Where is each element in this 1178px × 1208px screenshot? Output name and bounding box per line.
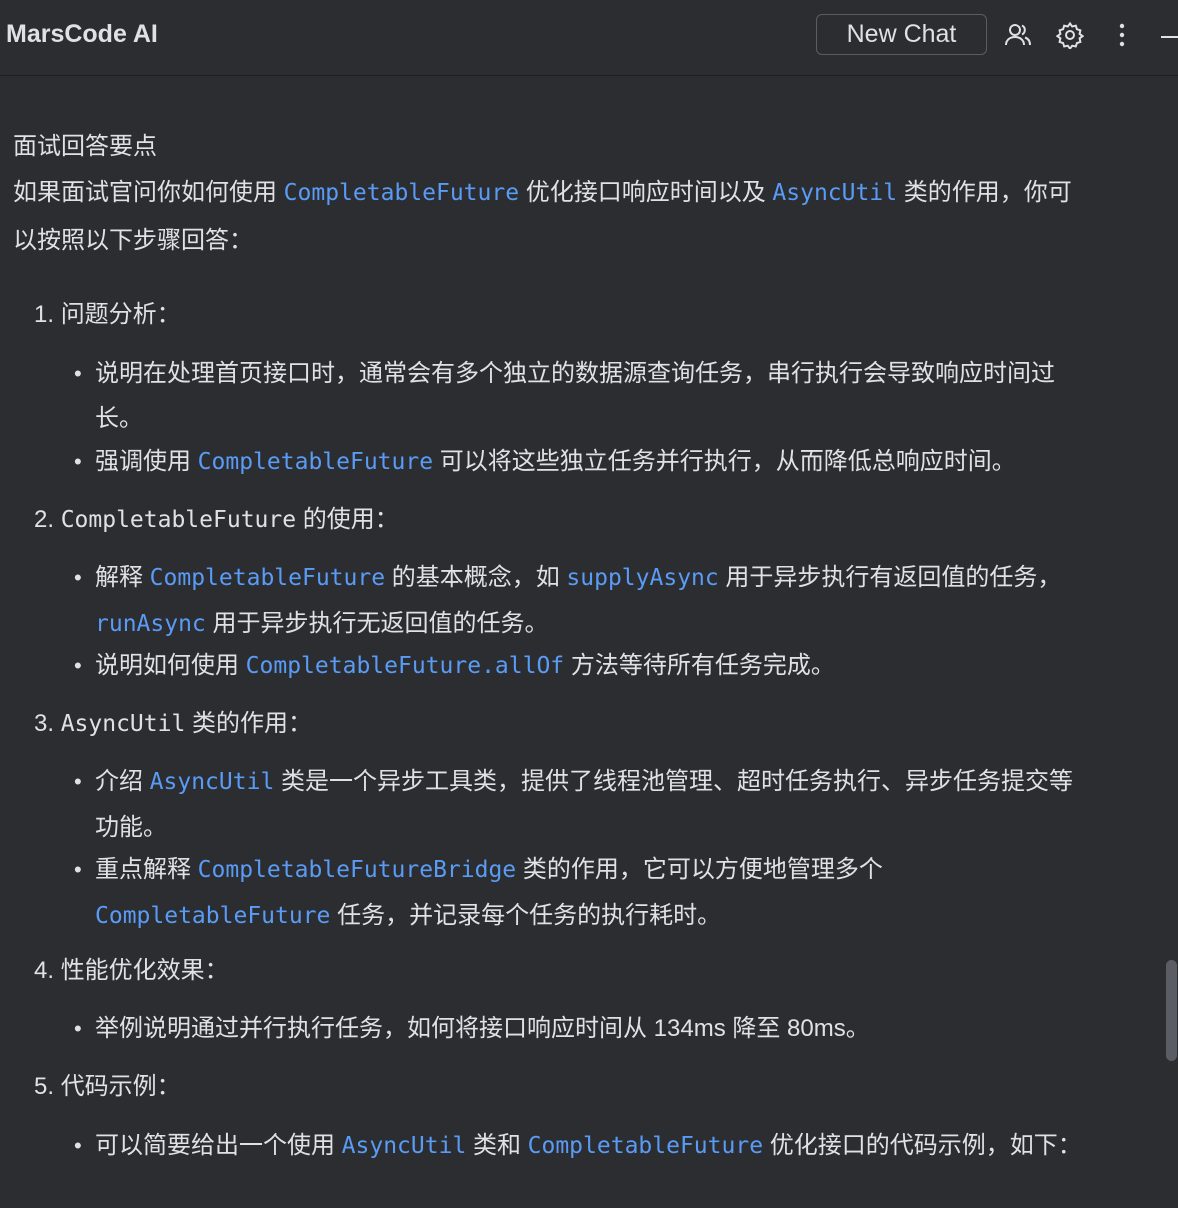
inline-code: CompletableFuture bbox=[527, 1133, 764, 1159]
bullet-item: • 解释 CompletableFuture 的基本概念，如 supplyAsy… bbox=[74, 564, 1062, 637]
inline-code: CompletableFuture bbox=[197, 449, 434, 475]
inline-code: AsyncUtil bbox=[772, 180, 898, 206]
intro-line-1: 如果面试官问你如何使用 CompletableFuture 优化接口响应时间以及… bbox=[13, 179, 1072, 206]
inline-code: CompletableFuture.allOf bbox=[245, 653, 565, 679]
list-item-heading: 1. 问题分析： bbox=[34, 301, 181, 328]
bullet-item: • 强调使用 CompletableFuture 可以将这些独立任务并行执行，从… bbox=[74, 448, 1016, 475]
bullet-item: • 介绍 AsyncUtil 类是一个异步工具类，提供了线程池管理、超时任务执行… bbox=[74, 768, 1073, 841]
list-item-heading: 2. CompletableFuture 的使用： bbox=[34, 506, 399, 533]
app-title: MarsCode AI bbox=[6, 20, 158, 48]
inline-code: CompletableFuture bbox=[283, 180, 520, 206]
gear-icon[interactable] bbox=[1055, 20, 1085, 50]
more-vertical-icon[interactable] bbox=[1107, 20, 1137, 50]
bullet-item: • 举例说明通过并行执行任务，如何将接口响应时间从 134ms 降至 80ms。 bbox=[74, 1015, 870, 1042]
inline-code: supplyAsync bbox=[566, 565, 719, 591]
inline-code: CompletableFuture bbox=[149, 565, 386, 591]
users-icon[interactable] bbox=[1003, 20, 1033, 50]
intro-line-2: 以按照以下步骤回答： bbox=[13, 227, 253, 254]
bullet-item: • 可以简要给出一个使用 AsyncUtil 类和 CompletableFut… bbox=[74, 1132, 1082, 1159]
scrollbar-thumb[interactable] bbox=[1166, 960, 1177, 1061]
chat-message: 面试回答要点 如果面试官问你如何使用 CompletableFuture 优化接… bbox=[0, 77, 1178, 1208]
bullet-item: • 说明在处理首页接口时，通常会有多个独立的数据源查询任务，串行执行会导致响应时… bbox=[74, 360, 1055, 432]
inline-code: CompletableFutureBridge bbox=[197, 857, 517, 883]
inline-code: runAsync bbox=[95, 611, 206, 637]
new-chat-button[interactable]: New Chat bbox=[816, 14, 987, 55]
list-item-heading: 5. 代码示例： bbox=[34, 1073, 181, 1100]
minimize-icon[interactable] bbox=[1158, 20, 1178, 50]
list-item-heading: 4. 性能优化效果： bbox=[34, 957, 229, 984]
bullet-item: • 重点解释 CompletableFutureBridge 类的作用，它可以方… bbox=[74, 856, 883, 929]
inline-code: AsyncUtil bbox=[149, 769, 275, 795]
list-item-heading: 3. AsyncUtil 类的作用： bbox=[34, 710, 312, 737]
inline-code: CompletableFuture bbox=[95, 903, 331, 929]
inline-code: AsyncUtil bbox=[341, 1133, 467, 1159]
intro-heading: 面试回答要点 bbox=[13, 133, 157, 160]
tool-window-header: MarsCode AI New Chat bbox=[0, 0, 1178, 76]
bullet-item: • 说明如何使用 CompletableFuture.allOf 方法等待所有任… bbox=[74, 652, 835, 679]
